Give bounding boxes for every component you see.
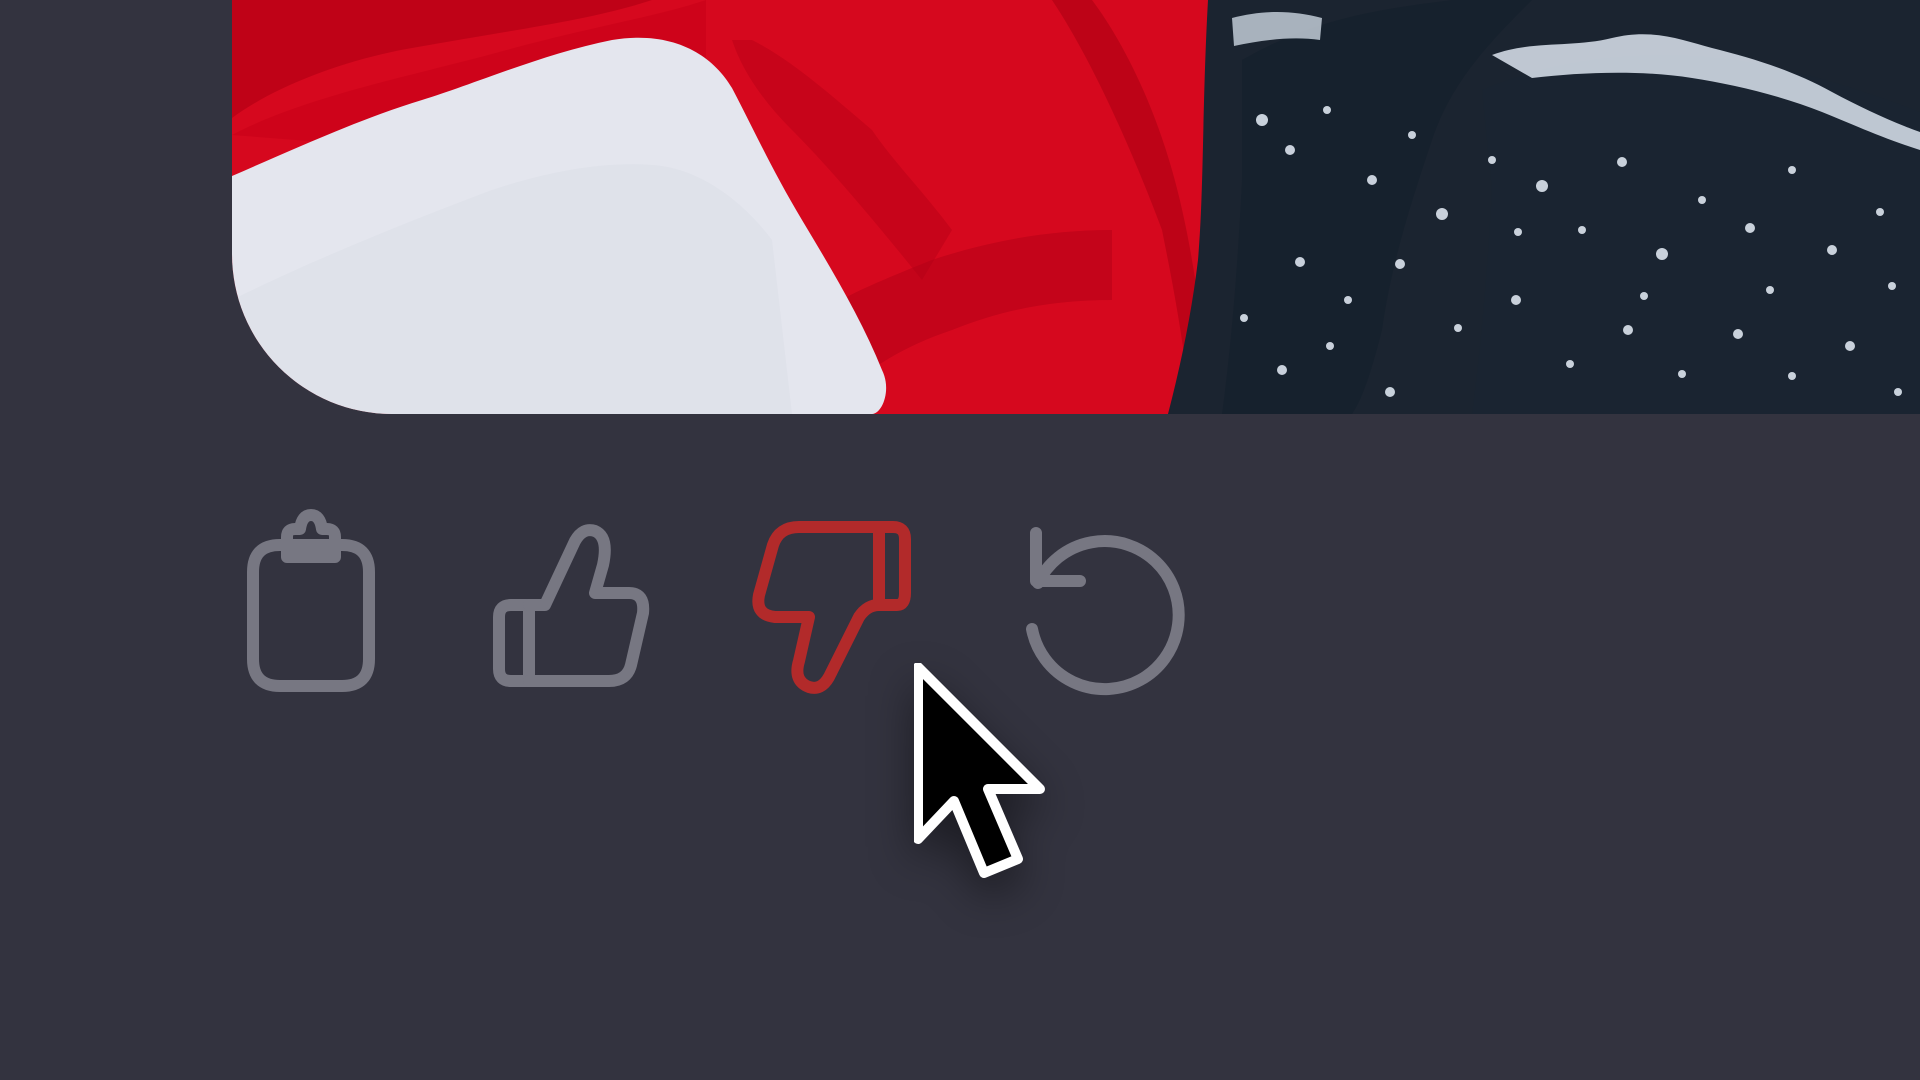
copy-button[interactable]: Copy bbox=[226, 509, 396, 695]
response-view: Copy Good response Bad response Regenera… bbox=[0, 0, 1920, 1080]
thumbs-down-button[interactable]: Bad response bbox=[746, 515, 916, 695]
cursor-icon bbox=[914, 663, 1045, 878]
regenerate-button[interactable]: Regenerate bbox=[1016, 515, 1186, 696]
thumbs-down-icon bbox=[752, 521, 911, 694]
thumbs-up-icon bbox=[493, 524, 650, 687]
response-image bbox=[232, 0, 1920, 414]
photo-icon bbox=[232, 0, 1920, 414]
regenerate-icon bbox=[1026, 527, 1185, 696]
response-actions: Copy Good response Bad response Regenera… bbox=[226, 509, 1226, 696]
thumbs-up-button[interactable]: Good response bbox=[486, 515, 656, 695]
clipboard-icon bbox=[247, 509, 375, 692]
